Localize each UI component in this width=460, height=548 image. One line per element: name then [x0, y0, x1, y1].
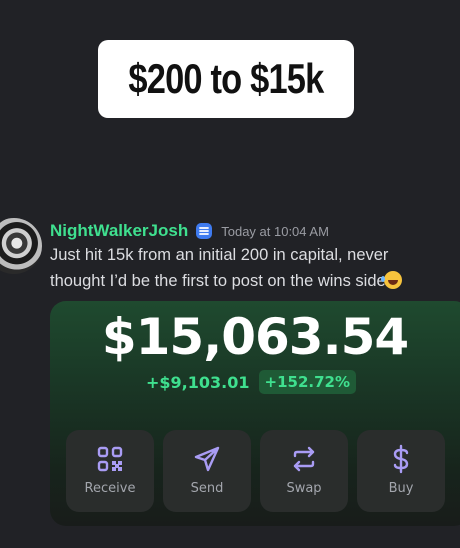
- receive-button[interactable]: Receive: [66, 430, 154, 512]
- tears-of-joy-emoji-icon: [380, 271, 402, 289]
- message-header: NightWalkerJosh Today at 10:04 AM: [50, 221, 329, 241]
- qr-code-icon: [66, 444, 154, 474]
- balance-change: +$9,103.01 +152.72%: [146, 370, 356, 394]
- message-text-line-2: thought I’d be the first to post on the …: [50, 271, 402, 291]
- message-text-line-1: Just hit 15k from an initial 200 in capi…: [50, 246, 389, 264]
- caption-text: $200 to $15k: [128, 55, 324, 102]
- app-badge-icon: [196, 223, 213, 239]
- change-amount: +$9,103.01: [146, 372, 250, 392]
- avatar[interactable]: [0, 218, 42, 274]
- swap-label: Swap: [286, 481, 322, 496]
- swap-arrows-icon: [260, 444, 348, 474]
- buy-button[interactable]: Buy: [357, 430, 445, 512]
- caption-box: $200 to $15k: [98, 40, 354, 118]
- send-label: Send: [190, 481, 224, 496]
- message-text: thought I’d be the first to post on the …: [50, 272, 386, 290]
- message-timestamp: Today at 10:04 AM: [221, 223, 329, 239]
- username[interactable]: NightWalkerJosh: [50, 221, 188, 241]
- change-percent-badge: +152.72%: [258, 370, 356, 394]
- buy-label: Buy: [388, 481, 414, 496]
- swap-button[interactable]: Swap: [260, 430, 348, 512]
- send-button[interactable]: Send: [163, 430, 251, 512]
- dollar-icon: [357, 444, 445, 474]
- wallet-balance: $15,063.54: [101, 308, 409, 366]
- paper-plane-icon: [163, 444, 251, 474]
- receive-label: Receive: [84, 481, 136, 496]
